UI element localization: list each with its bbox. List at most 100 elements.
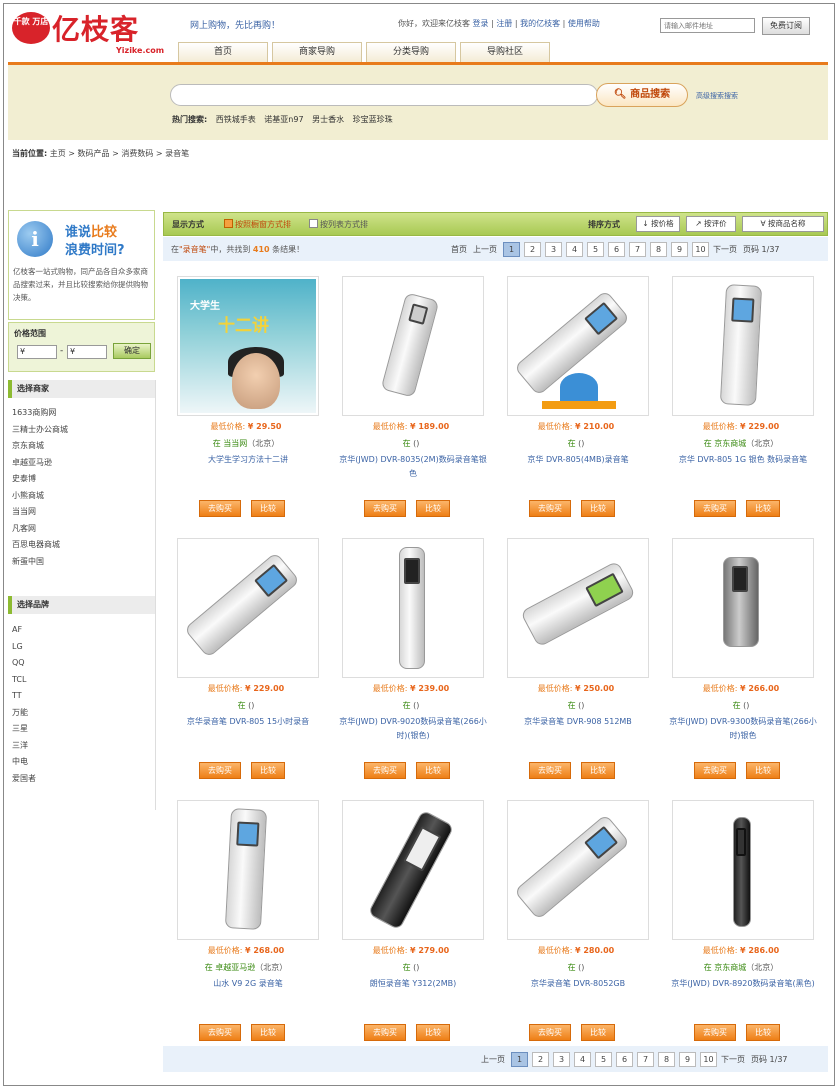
page-number[interactable]: 10 xyxy=(700,1052,717,1067)
next-page-link[interactable]: 下一页 xyxy=(713,244,737,255)
next-page-link[interactable]: 下一页 xyxy=(721,1054,745,1065)
product-name-link[interactable]: 京华(JWD) DVR-9020数码录音笔(266小时)(银色) xyxy=(338,715,488,743)
page-number[interactable]: 1 xyxy=(511,1052,528,1067)
hot-term[interactable]: 珍宝蓝珍珠 xyxy=(353,115,393,124)
brand-filter-item[interactable]: 中电 xyxy=(12,754,36,771)
page-number[interactable]: 7 xyxy=(629,242,646,257)
brand-filter-item[interactable]: 三星 xyxy=(12,721,36,738)
compare-button[interactable]: 比较 xyxy=(746,762,780,779)
product-image[interactable] xyxy=(342,276,484,416)
page-number[interactable]: 4 xyxy=(566,242,583,257)
compare-button[interactable]: 比较 xyxy=(251,500,285,517)
product-name-link[interactable]: 京华(JWD) DVR-8920数码录音笔(黑色) xyxy=(668,977,818,991)
view-list-option[interactable]: 按列表方式排 xyxy=(309,219,368,230)
subscribe-email-input[interactable] xyxy=(660,18,755,33)
page-number[interactable]: 7 xyxy=(637,1052,654,1067)
compare-button[interactable]: 比较 xyxy=(581,1024,615,1041)
buy-button[interactable]: 去购买 xyxy=(364,1024,406,1041)
help-link[interactable]: 使用帮助 xyxy=(568,19,600,28)
page-number[interactable]: 4 xyxy=(574,1052,591,1067)
nav-home[interactable]: 首页 xyxy=(178,42,268,62)
compare-button[interactable]: 比较 xyxy=(251,762,285,779)
page-number[interactable]: 8 xyxy=(650,242,667,257)
page-number[interactable]: 5 xyxy=(587,242,604,257)
page-number[interactable]: 5 xyxy=(595,1052,612,1067)
login-link[interactable]: 登录 xyxy=(473,19,489,28)
shop-name[interactable]: 京东商城 xyxy=(714,439,746,448)
product-name-link[interactable]: 山水 V9 2G 录音笔 xyxy=(173,977,323,991)
sort-by-price-button[interactable]: ↓ 按价格 xyxy=(636,216,680,232)
price-max-input[interactable]: ¥ xyxy=(67,345,107,359)
brand-filter-item[interactable]: LG xyxy=(12,639,36,656)
page-number[interactable]: 3 xyxy=(553,1052,570,1067)
product-name-link[interactable]: 京华录音笔 DVR-8052GB xyxy=(503,977,653,991)
search-button[interactable]: 🔍︎ 商品搜索 xyxy=(596,83,688,107)
buy-button[interactable]: 去购买 xyxy=(694,500,736,517)
page-number[interactable]: 2 xyxy=(532,1052,549,1067)
page-number[interactable]: 8 xyxy=(658,1052,675,1067)
brand-filter-item[interactable]: AF xyxy=(12,622,36,639)
brand-filter-item[interactable]: QQ xyxy=(12,655,36,672)
shop-filter-item[interactable]: 京东商城 xyxy=(12,438,68,455)
shop-filter-item[interactable]: 凡客网 xyxy=(12,521,68,538)
first-page-link[interactable]: 首页 xyxy=(451,244,467,255)
product-image[interactable] xyxy=(672,538,814,678)
buy-button[interactable]: 去购买 xyxy=(364,500,406,517)
prev-page-link[interactable]: 上一页 xyxy=(481,1054,505,1065)
register-link[interactable]: 注册 xyxy=(496,19,512,28)
search-input[interactable] xyxy=(170,84,598,106)
sort-by-rating-button[interactable]: ↗ 按评价 xyxy=(686,216,736,232)
shop-filter-item[interactable]: 卓越亚马逊 xyxy=(12,455,68,472)
product-image[interactable] xyxy=(672,276,814,416)
page-number[interactable]: 9 xyxy=(679,1052,696,1067)
page-number[interactable]: 3 xyxy=(545,242,562,257)
product-name-link[interactable]: 京华(JWD) DVR-8035(2M)数码录音笔银色 xyxy=(338,453,488,481)
brand-filter-item[interactable]: TCL xyxy=(12,672,36,689)
product-image[interactable] xyxy=(177,800,319,940)
hot-term[interactable]: 诺基亚n97 xyxy=(264,115,303,124)
shop-filter-item[interactable]: 当当网 xyxy=(12,504,68,521)
compare-button[interactable]: 比较 xyxy=(581,762,615,779)
nav-community[interactable]: 导购社区 xyxy=(460,42,550,62)
buy-button[interactable]: 去购买 xyxy=(199,1024,241,1041)
product-image[interactable]: 大学生 十二讲 xyxy=(177,276,319,416)
site-logo[interactable]: 千款 万店 亿枝客 Yizike.com xyxy=(12,12,164,55)
nav-categories[interactable]: 分类导购 xyxy=(366,42,456,62)
shop-filter-item[interactable]: 小熊商城 xyxy=(12,488,68,505)
shop-name[interactable]: 当当网 xyxy=(223,439,247,448)
brand-filter-item[interactable]: 爱国者 xyxy=(12,771,36,788)
product-name-link[interactable]: 京华录音笔 DVR-908 512MB xyxy=(503,715,653,729)
my-account-link[interactable]: 我的亿枝客 xyxy=(520,19,560,28)
shop-filter-item[interactable]: 新蛋中国 xyxy=(12,554,68,571)
page-number[interactable]: 10 xyxy=(692,242,709,257)
compare-button[interactable]: 比较 xyxy=(251,1024,285,1041)
compare-button[interactable]: 比较 xyxy=(416,1024,450,1041)
buy-button[interactable]: 去购买 xyxy=(529,762,571,779)
shop-filter-item[interactable]: 1633商购网 xyxy=(12,405,68,422)
prev-page-link[interactable]: 上一页 xyxy=(473,244,497,255)
shop-filter-item[interactable]: 史泰博 xyxy=(12,471,68,488)
brand-filter-item[interactable]: 三洋 xyxy=(12,738,36,755)
nav-merchants[interactable]: 商家导购 xyxy=(272,42,362,62)
product-image[interactable] xyxy=(672,800,814,940)
buy-button[interactable]: 去购买 xyxy=(199,762,241,779)
shop-name[interactable]: 京东商城 xyxy=(714,963,746,972)
product-image[interactable] xyxy=(507,538,649,678)
product-name-link[interactable]: 京华 DVR-805 1G 银色 数码录音笔 xyxy=(668,453,818,467)
buy-button[interactable]: 去购买 xyxy=(694,1024,736,1041)
view-grid-option[interactable]: 按照橱窗方式排 xyxy=(224,219,291,230)
compare-button[interactable]: 比较 xyxy=(416,762,450,779)
hot-term[interactable]: 男士香水 xyxy=(312,115,344,124)
buy-button[interactable]: 去购买 xyxy=(199,500,241,517)
product-image[interactable] xyxy=(342,800,484,940)
sort-by-name-button[interactable]: ∀ 按商品名称 xyxy=(742,216,824,232)
buy-button[interactable]: 去购买 xyxy=(694,762,736,779)
product-image[interactable] xyxy=(177,538,319,678)
product-image[interactable] xyxy=(342,538,484,678)
compare-button[interactable]: 比较 xyxy=(746,500,780,517)
hot-term[interactable]: 西铁城手表 xyxy=(216,115,256,124)
page-number[interactable]: 6 xyxy=(616,1052,633,1067)
product-name-link[interactable]: 京华录音笔 DVR-805 15小时录音 xyxy=(173,715,323,729)
brand-filter-item[interactable]: TT xyxy=(12,688,36,705)
page-number[interactable]: 9 xyxy=(671,242,688,257)
